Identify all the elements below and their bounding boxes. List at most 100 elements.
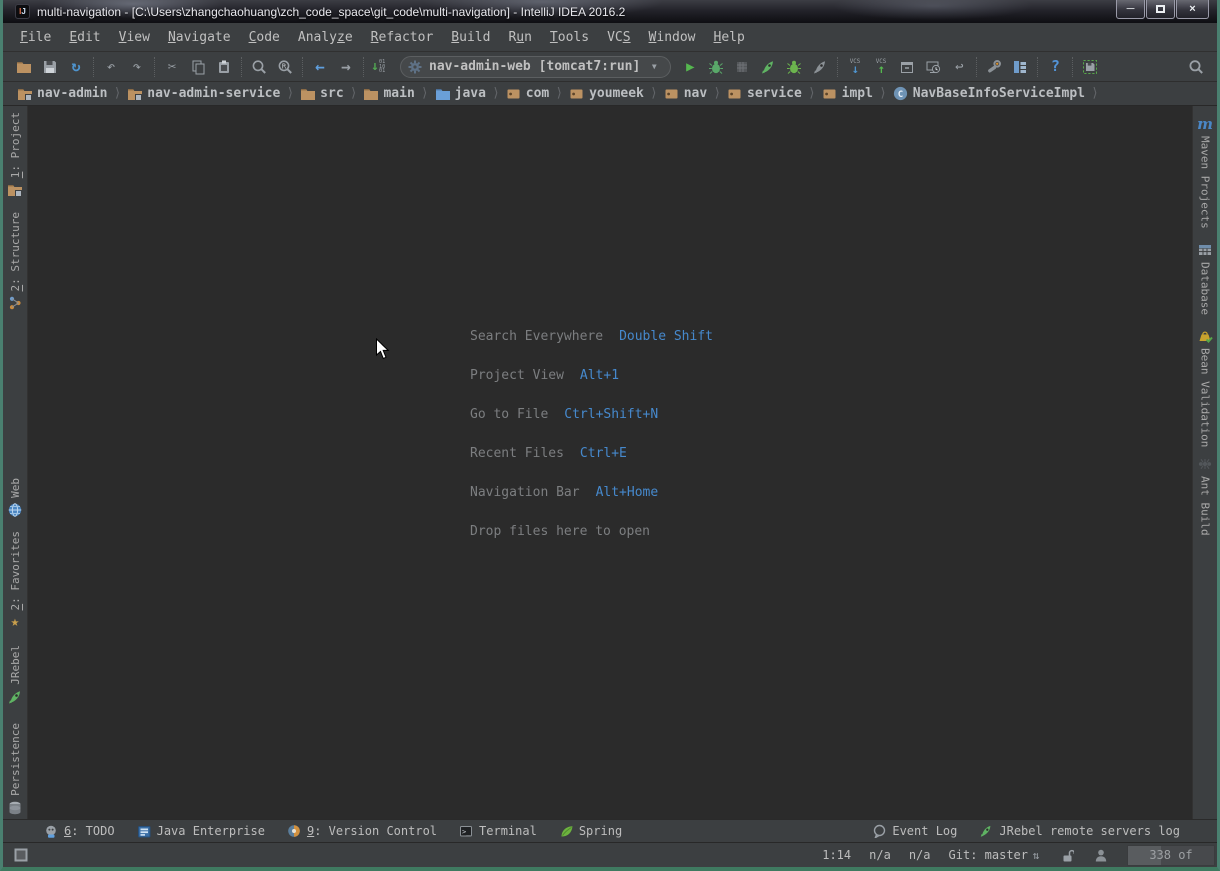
menu-tools[interactable]: Tools xyxy=(541,27,598,48)
redo-button[interactable]: ↷ xyxy=(124,55,150,79)
folder-icon xyxy=(363,86,378,101)
menu-help[interactable]: Help xyxy=(705,27,754,48)
menu-edit[interactable]: Edit xyxy=(60,27,109,48)
tool-button-label: Database xyxy=(1199,262,1212,315)
menu-file[interactable]: File xyxy=(11,27,60,48)
vcs-update-button[interactable]: VCS↓ xyxy=(842,55,868,79)
tool-button-label: Terminal xyxy=(479,824,537,838)
tool-button-favorites[interactable]: 2: Favorites★ xyxy=(3,531,27,630)
editor-area[interactable]: Search EverywhereDouble ShiftProject Vie… xyxy=(28,106,1192,819)
breadcrumb-nav-admin[interactable]: nav-admin xyxy=(17,86,107,101)
breadcrumb-nav-admin-service[interactable]: nav-admin-service xyxy=(127,86,280,101)
breadcrumb-nav[interactable]: nav xyxy=(664,86,707,101)
replace-button[interactable]: R xyxy=(272,55,298,79)
help-button[interactable]: ? xyxy=(1042,55,1068,79)
tool-button-structure[interactable]: 2: Structure xyxy=(3,212,27,311)
breadcrumb-navbaseinfoserviceimpl[interactable]: CNavBaseInfoServiceImpl xyxy=(893,86,1085,101)
database-icon xyxy=(1197,242,1213,258)
breadcrumb-impl[interactable]: impl xyxy=(822,86,873,101)
menu-window[interactable]: Window xyxy=(640,27,705,48)
cut-button[interactable]: ✂ xyxy=(159,55,185,79)
open-button[interactable] xyxy=(11,55,37,79)
right-tool-stripe: mMaven Projects Database Bean Validation An… xyxy=(1192,106,1217,819)
history-icon xyxy=(925,59,941,75)
menu-build[interactable]: Build xyxy=(442,27,499,48)
shelve-button[interactable] xyxy=(894,55,920,79)
jrebel-run-button[interactable] xyxy=(755,55,781,79)
menu-refactor[interactable]: Refactor xyxy=(362,27,443,48)
tool-button-label: JRebel remote servers log xyxy=(999,824,1180,838)
sort-button[interactable]: ↓01 10 01 xyxy=(368,55,394,79)
breadcrumb-chevron-icon: ⟩ xyxy=(113,86,121,101)
close-button[interactable]: × xyxy=(1176,0,1209,19)
git-branch-widget[interactable]: Git: master ⇅ xyxy=(949,847,1041,863)
vcs-commit-icon: VCS↑ xyxy=(873,59,889,75)
breadcrumb-com[interactable]: com xyxy=(506,86,549,101)
jrebel-save-button[interactable] xyxy=(1077,55,1103,79)
menu-vcs[interactable]: VCS xyxy=(598,27,639,48)
redo-icon: ↷ xyxy=(129,59,145,75)
toolwindow-toggle-icon[interactable] xyxy=(13,847,29,863)
tool-button-jrebel[interactable]: JRebel xyxy=(3,645,27,705)
tool-button-project[interactable]: 1: Project xyxy=(3,112,27,198)
breadcrumb-java[interactable]: java xyxy=(435,86,486,101)
undo-button[interactable]: ↶ xyxy=(98,55,124,79)
tool-button-spring[interactable]: Spring xyxy=(548,824,633,838)
tool-button-vcs[interactable]: 9: Version Control xyxy=(276,824,448,838)
lock-open-icon[interactable] xyxy=(1059,847,1075,863)
settings-button[interactable] xyxy=(981,55,1007,79)
breadcrumb-main[interactable]: main xyxy=(363,86,414,101)
tool-button-ant[interactable]: Ant Build xyxy=(1193,456,1217,536)
tool-button-todo[interactable]: 6: TODO xyxy=(33,824,126,838)
coverage-button[interactable] xyxy=(729,55,755,79)
tool-button-persistence[interactable]: Persistence xyxy=(3,723,27,816)
tool-button-jrebel-small[interactable]: JRebel remote servers log xyxy=(968,824,1191,838)
jrebel-attach-button[interactable] xyxy=(807,55,833,79)
menu-run[interactable]: Run xyxy=(499,27,540,48)
menu-analyze[interactable]: Analyze xyxy=(289,27,362,48)
menu-code[interactable]: Code xyxy=(240,27,289,48)
history-button[interactable] xyxy=(920,55,946,79)
tool-button-maven[interactable]: mMaven Projects xyxy=(1193,116,1217,229)
run-button[interactable]: ▶ xyxy=(677,55,703,79)
spring-icon xyxy=(559,824,573,838)
sync-button[interactable]: ↻ xyxy=(63,55,89,79)
breadcrumb-chevron-icon: ⟩ xyxy=(555,86,563,101)
debug-button[interactable] xyxy=(703,55,729,79)
menu-navigate[interactable]: Navigate xyxy=(159,27,240,48)
back-button[interactable]: ← xyxy=(307,55,333,79)
shortcut-hint-keys: Ctrl+Shift+N xyxy=(564,407,658,422)
vcs-update-icon: VCS↓ xyxy=(847,59,863,75)
tool-button-javaee[interactable]: Java Enterprise xyxy=(126,824,276,838)
menu-view[interactable]: View xyxy=(110,27,159,48)
jrebel-debug-button[interactable] xyxy=(781,55,807,79)
ant-icon xyxy=(1197,456,1213,472)
search-everywhere-button[interactable] xyxy=(1183,55,1209,79)
inspection-profile-icon[interactable] xyxy=(1093,847,1109,863)
breadcrumb-youmeek[interactable]: youmeek xyxy=(569,86,644,101)
run-configuration-selector[interactable]: nav-admin-web [tomcat7:run]▼ xyxy=(400,56,671,78)
forward-button[interactable]: → xyxy=(333,55,359,79)
breadcrumb-service[interactable]: service xyxy=(727,86,802,101)
caret-position-widget[interactable]: 1:14 xyxy=(822,848,851,862)
vcs-commit-button[interactable]: VCS↑ xyxy=(868,55,894,79)
save-button[interactable] xyxy=(37,55,63,79)
tool-button-bean[interactable]: Bean Validation xyxy=(1193,328,1217,447)
memory-indicator[interactable]: 338 of 1216M xyxy=(1127,845,1215,866)
tool-button-web[interactable]: Web xyxy=(3,478,27,518)
find-button[interactable] xyxy=(246,55,272,79)
paste-button[interactable] xyxy=(211,55,237,79)
minimize-button[interactable]: ─ xyxy=(1116,0,1145,19)
tool-button-label: Web xyxy=(9,478,22,498)
breadcrumb-chevron-icon: ⟩ xyxy=(492,86,500,101)
breadcrumb-chevron-icon: ⟩ xyxy=(650,86,658,101)
tool-button-database[interactable]: Database xyxy=(1193,242,1217,315)
restore-button[interactable] xyxy=(1146,0,1175,19)
breadcrumb-src[interactable]: src xyxy=(300,86,343,101)
title-bar: IJ multi-navigation - [C:\Users\zhangcha… xyxy=(3,0,1217,23)
rollback-button[interactable]: ↩ xyxy=(946,55,972,79)
copy-button[interactable] xyxy=(185,55,211,79)
tool-button-event-log[interactable]: Event Log xyxy=(861,824,968,838)
project-structure-button[interactable] xyxy=(1007,55,1033,79)
tool-button-terminal[interactable]: >_Terminal xyxy=(448,824,548,838)
